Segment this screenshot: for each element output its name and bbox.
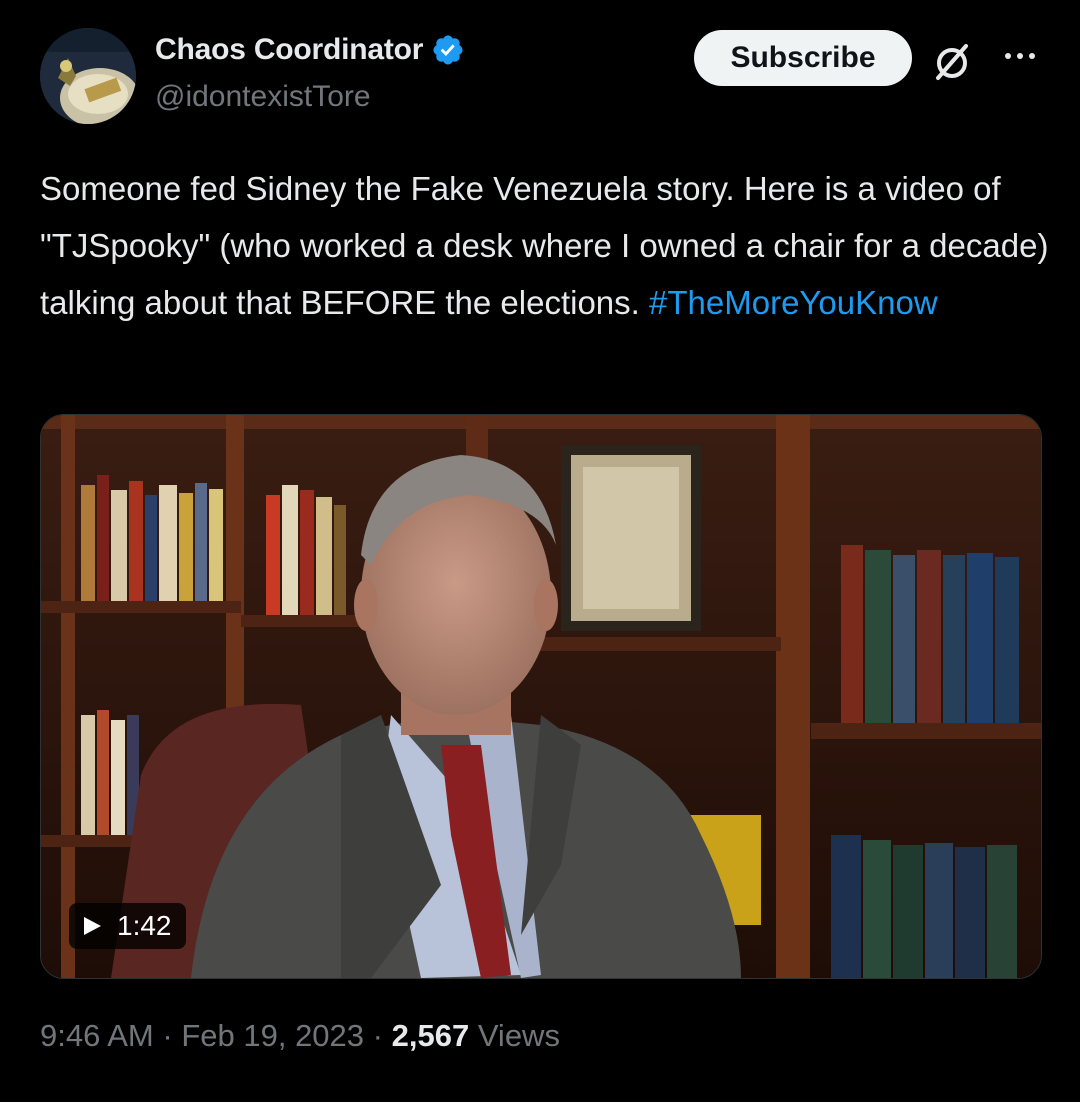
tweet-meta: 9:46 AM · Feb 19, 2023 · 2,567 Views — [40, 1018, 560, 1054]
tweet-date[interactable]: Feb 19, 2023 — [181, 1018, 364, 1053]
author-display-name[interactable]: Chaos Coordinator — [155, 33, 423, 67]
video-thumbnail — [41, 415, 1041, 978]
grok-icon[interactable] — [930, 40, 974, 84]
author-name-row: Chaos Coordinator — [155, 33, 465, 67]
author-handle[interactable]: @idontexistTore — [155, 80, 371, 114]
tweet-text: Someone fed Sidney the Fake Venezuela st… — [40, 160, 1050, 331]
play-icon — [84, 917, 101, 935]
avatar[interactable] — [40, 28, 136, 124]
more-icon[interactable] — [1000, 44, 1040, 68]
video-duration: 1:42 — [117, 910, 172, 941]
avatar-image — [40, 28, 136, 124]
video-player[interactable]: 1:42 — [40, 414, 1042, 979]
hashtag-link[interactable]: #TheMoreYouKnow — [649, 284, 938, 321]
meta-separator: · — [162, 1018, 173, 1053]
video-duration-badge: 1:42 — [69, 903, 186, 949]
verified-badge-icon — [433, 35, 463, 65]
tweet-time[interactable]: 9:46 AM — [40, 1018, 154, 1053]
views-count: 2,567 — [391, 1018, 470, 1053]
subscribe-button[interactable]: Subscribe — [694, 30, 912, 86]
views-label: Views — [477, 1018, 560, 1053]
meta-separator: · — [372, 1018, 383, 1053]
